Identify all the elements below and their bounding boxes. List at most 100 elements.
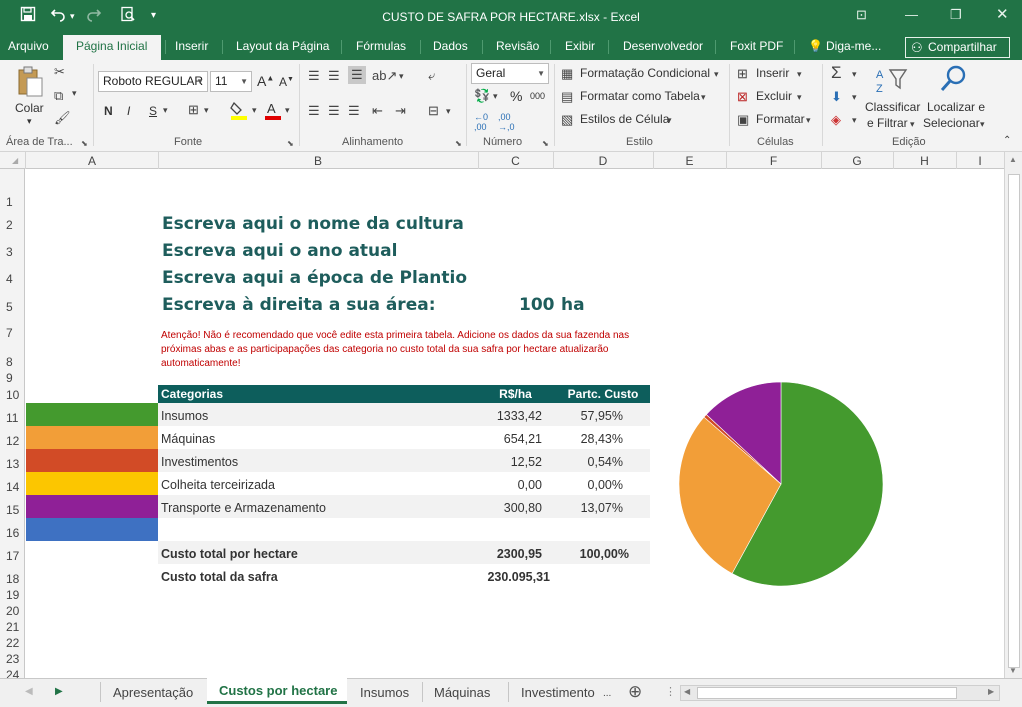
more-sheets-icon[interactable]: ... bbox=[603, 688, 611, 699]
conditional-format-button[interactable]: Formatação Condicional bbox=[580, 66, 710, 80]
paste-dropdown-icon[interactable]: ▾ bbox=[27, 116, 32, 127]
tab-revisao[interactable]: Revisão bbox=[496, 39, 539, 53]
row-value[interactable]: 0,00 bbox=[478, 478, 542, 492]
wrap-text-icon[interactable]: ⤶ bbox=[428, 68, 435, 84]
column-header-h[interactable]: H bbox=[893, 154, 956, 168]
vertical-scrollbar[interactable]: ▲ ▼ bbox=[1004, 152, 1022, 678]
column-header-f[interactable]: F bbox=[726, 154, 821, 168]
row-header[interactable]: 9 bbox=[0, 371, 25, 385]
row-category[interactable]: Investimentos bbox=[161, 455, 238, 469]
fill-color-icon[interactable] bbox=[230, 100, 248, 123]
number-launcher-icon[interactable]: ⬊ bbox=[542, 139, 549, 148]
row-value[interactable]: 654,21 bbox=[478, 432, 542, 446]
row-header[interactable]: 14 bbox=[0, 480, 25, 494]
increase-decimal-icon[interactable]: ←0,00 bbox=[474, 112, 488, 132]
currency-format-icon[interactable]: 💱 bbox=[474, 88, 490, 104]
crop-name-line[interactable]: Escreva aqui o nome da cultura bbox=[162, 214, 464, 234]
row-header[interactable]: 3 bbox=[0, 245, 25, 259]
row-header[interactable]: 21 bbox=[0, 620, 25, 634]
align-right-icon[interactable]: ☰ bbox=[348, 103, 360, 119]
align-bottom-icon[interactable]: ☰ bbox=[348, 66, 366, 84]
row-header[interactable]: 5 bbox=[0, 300, 25, 314]
row-category[interactable]: Colheita terceirizada bbox=[161, 478, 275, 492]
clipboard-launcher-icon[interactable]: ⬊ bbox=[81, 139, 88, 148]
font-color-dropdown-icon[interactable]: ▾ bbox=[285, 105, 290, 116]
font-color-icon[interactable]: A bbox=[264, 100, 282, 123]
tab-inserir[interactable]: Inserir bbox=[175, 39, 208, 53]
category-swatch-blank[interactable] bbox=[26, 518, 158, 541]
cell-styles-icon[interactable]: ▧ bbox=[561, 112, 573, 128]
season-line[interactable]: Escreva aqui a época de Plantio bbox=[162, 268, 467, 288]
row-header[interactable]: 12 bbox=[0, 434, 25, 448]
chevron-down-icon[interactable]: ▾ bbox=[852, 69, 857, 80]
sheet-tab-maquinas[interactable]: Máquinas bbox=[434, 685, 490, 700]
alignment-launcher-icon[interactable]: ⬊ bbox=[455, 139, 462, 148]
row-value[interactable]: 1333,42 bbox=[478, 409, 542, 423]
find-select-label-2[interactable]: Selecionar bbox=[923, 116, 980, 130]
row-share[interactable]: 57,95% bbox=[553, 409, 623, 423]
autosum-icon[interactable]: Σ bbox=[831, 63, 842, 83]
insert-cells-button[interactable]: Inserir bbox=[756, 66, 789, 80]
sort-filter-label-2[interactable]: e Filtrar bbox=[867, 116, 908, 130]
chevron-down-icon[interactable]: ▾ bbox=[701, 92, 706, 103]
tab-pagina-inicial[interactable]: Página Inicial bbox=[63, 35, 161, 61]
orientation-icon[interactable]: ab↗ bbox=[372, 68, 397, 84]
horizontal-scroll-thumb[interactable] bbox=[697, 687, 957, 699]
horizontal-scrollbar[interactable]: ◀ ▶ bbox=[680, 685, 1000, 701]
row-category[interactable]: Máquinas bbox=[161, 432, 215, 446]
format-cells-button[interactable]: Formatar bbox=[756, 112, 805, 126]
copy-icon[interactable]: ⧉ bbox=[54, 88, 63, 104]
add-sheet-icon[interactable]: ⊕ bbox=[628, 682, 642, 702]
row-share[interactable]: 0,54% bbox=[553, 455, 623, 469]
delete-cells-button[interactable]: Excluir bbox=[756, 89, 792, 103]
decrease-decimal-icon[interactable]: ,00 →,0 bbox=[498, 112, 515, 132]
merge-center-icon[interactable]: ⊟ bbox=[428, 103, 439, 119]
total-per-hectare-label[interactable]: Custo total por hectare bbox=[161, 547, 298, 561]
minimize-icon[interactable]: — bbox=[905, 7, 918, 22]
row-header[interactable]: 13 bbox=[0, 457, 25, 471]
tab-split-handle-icon[interactable]: ⋮ bbox=[665, 685, 676, 698]
category-swatch-maquinas[interactable] bbox=[26, 426, 158, 449]
row-header[interactable]: 10 bbox=[0, 388, 25, 402]
worksheet[interactable]: Escreva aqui o nome da cultura Escreva a… bbox=[26, 169, 1004, 678]
tab-foxit[interactable]: Foxit PDF bbox=[730, 39, 783, 53]
column-header-i[interactable]: I bbox=[956, 154, 1004, 168]
sheet-tab-insumos[interactable]: Insumos bbox=[360, 685, 409, 700]
scroll-down-icon[interactable]: ▼ bbox=[1009, 666, 1017, 675]
font-size-combo[interactable]: 11 ▼ bbox=[210, 71, 252, 92]
clear-icon[interactable]: ◈ bbox=[831, 112, 841, 128]
column-header-b[interactable]: B bbox=[158, 154, 478, 168]
row-header[interactable]: 18 bbox=[0, 572, 25, 586]
row-header[interactable]: 20 bbox=[0, 604, 25, 618]
find-select-label-1[interactable]: Localizar e bbox=[927, 100, 985, 114]
close-icon[interactable]: ✕ bbox=[996, 5, 1009, 23]
underline-dropdown-icon[interactable]: ▾ bbox=[163, 105, 168, 116]
align-middle-icon[interactable]: ☰ bbox=[328, 68, 340, 84]
total-per-hectare-value[interactable]: 2300,95 bbox=[478, 547, 542, 561]
row-header[interactable]: 2 bbox=[0, 218, 25, 232]
column-header-c[interactable]: C bbox=[478, 154, 553, 168]
row-share[interactable]: 28,43% bbox=[553, 432, 623, 446]
area-line[interactable]: Escreva à direita a sua área: bbox=[162, 295, 436, 315]
delete-cells-icon[interactable]: ⊠ bbox=[737, 89, 748, 105]
percent-style-icon[interactable]: % bbox=[510, 88, 522, 104]
row-category[interactable]: Insumos bbox=[161, 409, 208, 423]
row-share[interactable]: 0,00% bbox=[553, 478, 623, 492]
comma-style-icon[interactable]: 000 bbox=[530, 91, 545, 101]
decrease-indent-icon[interactable]: ⇤ bbox=[372, 103, 383, 119]
column-header-e[interactable]: E bbox=[653, 154, 726, 168]
share-button[interactable]: ⚇ Compartilhar bbox=[905, 37, 1010, 58]
format-table-icon[interactable]: ▤ bbox=[561, 89, 573, 105]
scroll-up-icon[interactable]: ▲ bbox=[1009, 155, 1017, 164]
row-header[interactable]: 7 bbox=[0, 326, 25, 340]
column-header-a[interactable]: A bbox=[26, 154, 158, 168]
total-crop-value[interactable]: 230.095,31 bbox=[466, 570, 550, 584]
prev-sheet-icon[interactable]: ◀ bbox=[25, 686, 33, 697]
find-select-icon[interactable] bbox=[938, 64, 968, 97]
row-header[interactable]: 8 bbox=[0, 355, 25, 369]
chevron-down-icon[interactable]: ▾ bbox=[852, 115, 857, 126]
row-share[interactable]: 13,07% bbox=[553, 501, 623, 515]
number-format-combo[interactable]: Geral ▼ bbox=[471, 63, 549, 84]
scroll-right-icon[interactable]: ▶ bbox=[988, 687, 994, 696]
row-header[interactable]: 22 bbox=[0, 636, 25, 650]
